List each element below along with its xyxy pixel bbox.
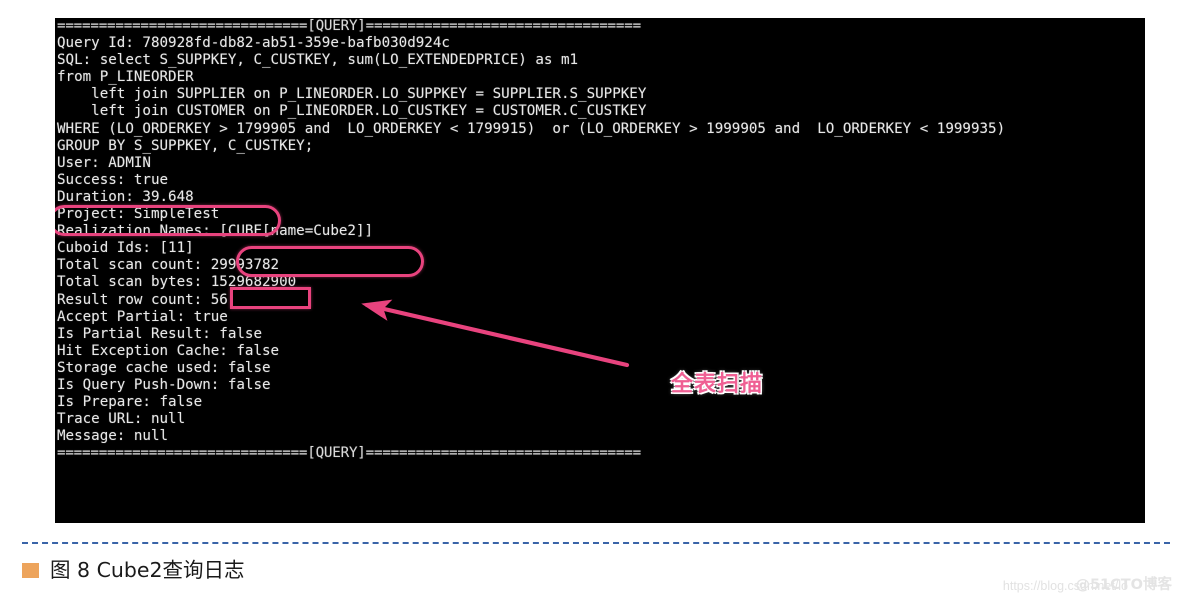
caption-divider	[22, 542, 1170, 544]
log-line-bottom-rule: ==============================[QUERY]===…	[57, 445, 641, 462]
log-line-is-prepare: Is Prepare: false	[57, 394, 203, 411]
watermark-brand-text: @51CTO博客	[1075, 577, 1172, 593]
log-line-sql-from: from P_LINEORDER	[57, 69, 194, 86]
log-line-is-partial-result: Is Partial Result: false	[57, 325, 262, 342]
log-line-user: User: ADMIN	[57, 154, 151, 171]
caption-bullet-icon	[22, 562, 39, 578]
watermark: https://blog.csdn.net/lo @51CTO博客	[928, 573, 1178, 595]
log-line-query-id: Query Id: 780928fd-db82-ab51-359e-bafb03…	[57, 35, 450, 52]
log-line-total-scan-bytes: Total scan bytes: 1529682900	[57, 274, 297, 291]
query-log-terminal: ==============================[QUERY]===…	[55, 18, 1145, 523]
log-line-storage-cache-used: Storage cache used: false	[57, 359, 271, 376]
log-line-trace-url: Trace URL: null	[57, 411, 186, 428]
realization-cube-highlight-ellipse	[236, 246, 424, 277]
log-line-cuboid-ids: Cuboid Ids: [11]	[57, 240, 194, 257]
log-line-sql-select: SQL: select S_SUPPKEY, C_CUSTKEY, sum(LO…	[57, 52, 579, 69]
log-line-duration: Duration: 39.648	[57, 188, 194, 205]
log-line-sql-where: WHERE (LO_ORDERKEY > 1799905 and LO_ORDE…	[57, 120, 1006, 137]
log-line-sql-join-supplier: left join SUPPLIER on P_LINEORDER.LO_SUP…	[57, 86, 647, 103]
terminal-log-lines: ==============================[QUERY]===…	[55, 18, 1145, 462]
log-line-hit-exception-cache: Hit Exception Cache: false	[57, 342, 280, 359]
log-line-success: Success: true	[57, 171, 169, 188]
full-table-scan-label: 全表扫描	[671, 372, 764, 397]
figure-caption: 图 8 Cube2查询日志	[22, 560, 245, 581]
total-scan-count-highlight-rect	[230, 287, 311, 309]
log-line-total-scan-count: Total scan count: 29993782	[57, 257, 280, 274]
log-line-message: Message: null	[57, 428, 169, 445]
caption-label: 图 8 Cube2查询日志	[50, 558, 245, 582]
log-line-top-rule: ==============================[QUERY]===…	[57, 18, 641, 34]
duration-highlight-ellipse	[55, 205, 281, 236]
log-line-sql-join-customer: left join CUSTOMER on P_LINEORDER.LO_CUS…	[57, 103, 647, 120]
log-line-sql-group-by: GROUP BY S_SUPPKEY, C_CUSTKEY;	[57, 137, 314, 154]
log-line-is-query-push-down: Is Query Push-Down: false	[57, 376, 271, 393]
log-line-accept-partial: Accept Partial: true	[57, 308, 228, 325]
log-line-result-row-count: Result row count: 56	[57, 291, 228, 308]
